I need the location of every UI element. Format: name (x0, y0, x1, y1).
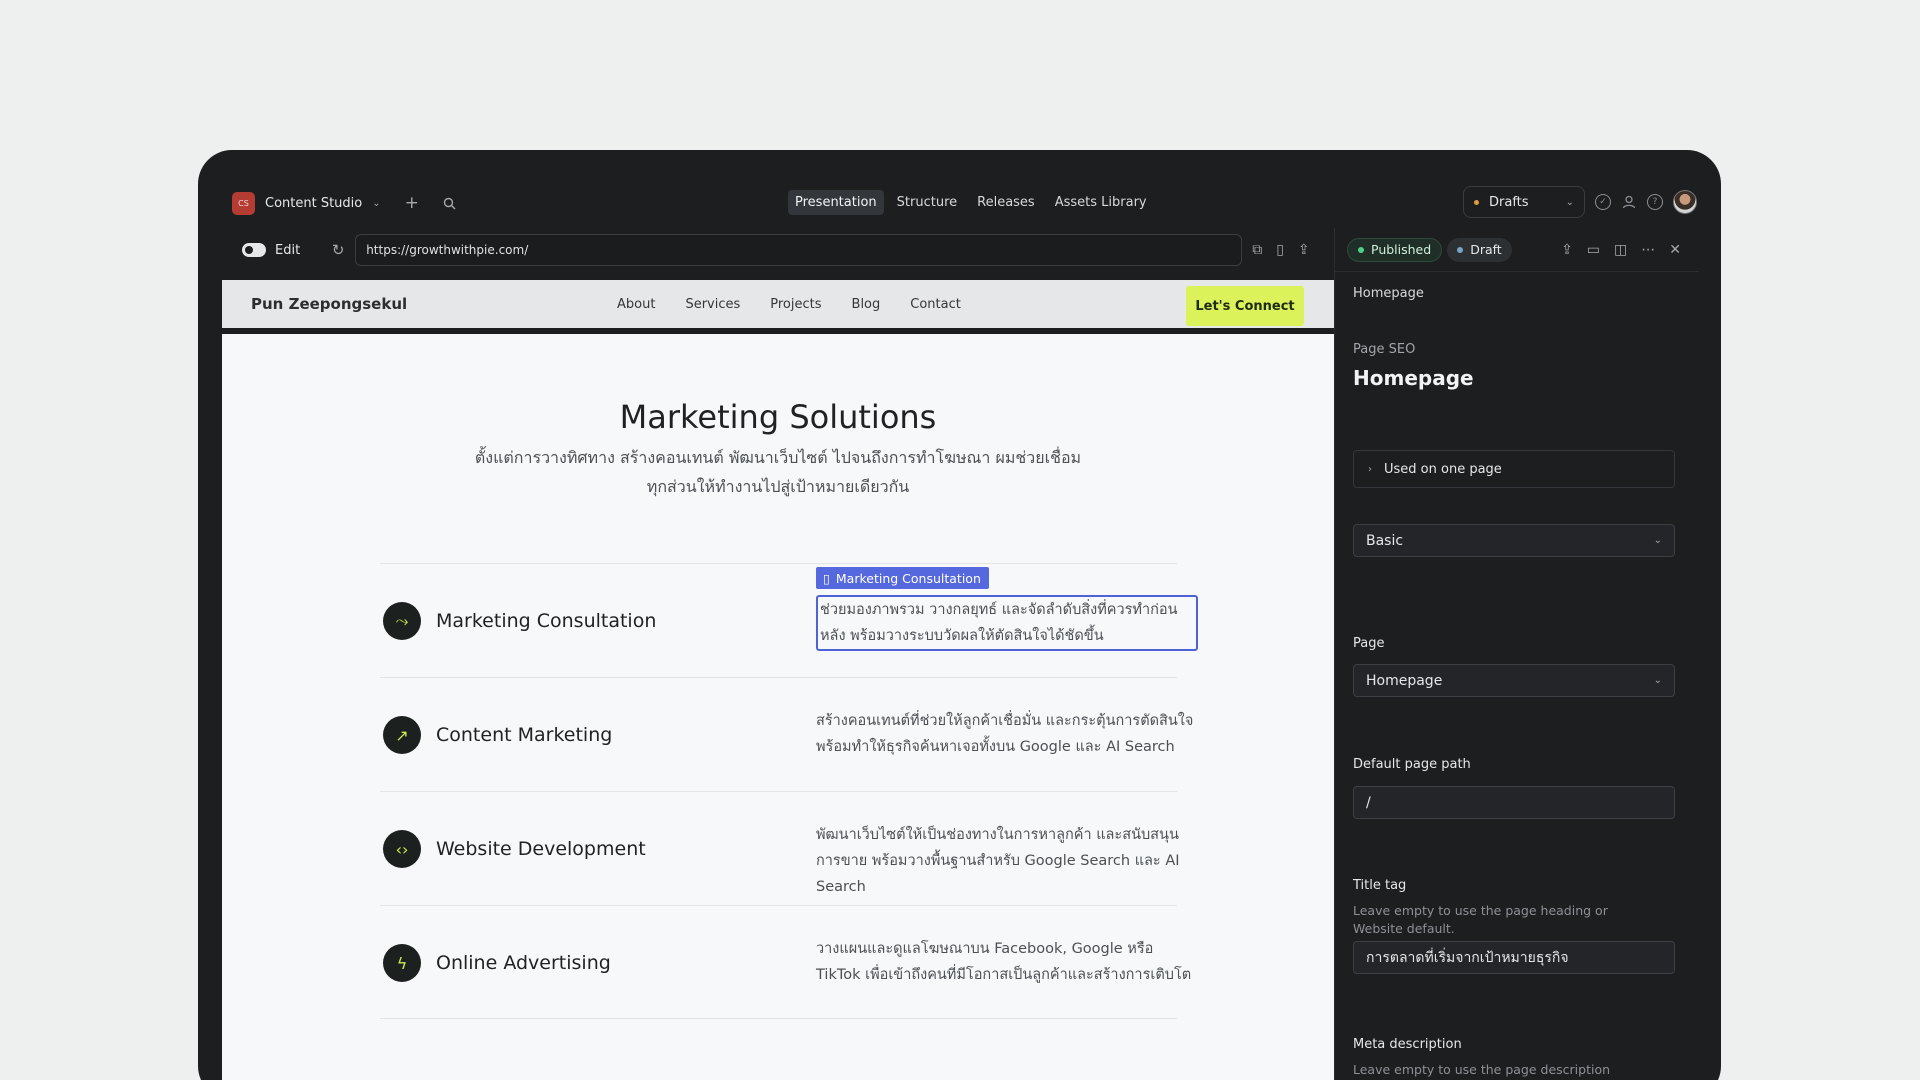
preview-actions: ⧉ ▯ ⇪ (1252, 242, 1309, 258)
share-icon[interactable]: ⇪ (1561, 242, 1573, 258)
service-row: ▯ Marketing Consultation ⤳ Marketing Con… (380, 563, 1198, 677)
site-menu: About Services Projects Blog Contact (617, 297, 961, 312)
title-tag-label: Title tag (1353, 878, 1407, 893)
tab-releases[interactable]: Releases (970, 190, 1042, 215)
draft-dot (1457, 246, 1464, 253)
service-title[interactable]: Website Development (436, 838, 646, 860)
chevron-down-icon: ⌄ (372, 197, 381, 209)
meta-description-help: Leave empty to use the page description … (1353, 1062, 1611, 1077)
document-icon: ▯ (823, 570, 830, 586)
perspective-select[interactable]: Drafts ⌄ (1463, 186, 1585, 218)
draft-status-dot (1474, 199, 1479, 205)
perspective-label: Drafts (1489, 194, 1529, 210)
service-title[interactable]: Marketing Consultation (436, 610, 656, 632)
panel-header: Published Draft ⇪ ▭ ◫ ⋯ ✕ (1335, 228, 1699, 272)
variant-select[interactable]: Basic ⌄ (1353, 524, 1675, 557)
title-tag-input[interactable]: การตลาดที่เริ่มจากเป้าหมายธุรกิจ (1353, 941, 1675, 974)
chevron-right-icon: › (1368, 463, 1372, 475)
selection-tag-label: Marketing Consultation (835, 570, 981, 586)
share-icon[interactable]: ⇪ (1298, 242, 1310, 258)
menu-item-blog[interactable]: Blog (852, 297, 881, 312)
edit-toggle[interactable] (242, 243, 266, 257)
more-icon[interactable]: ⋯ (1641, 242, 1655, 258)
bolt-icon: ϟ (383, 944, 421, 982)
menu-item-about[interactable]: About (617, 297, 655, 312)
menu-item-services[interactable]: Services (685, 297, 740, 312)
used-on-pages-toggle[interactable]: › Used on one page (1353, 450, 1675, 488)
mobile-icon[interactable]: ▯ (1276, 242, 1284, 258)
close-icon[interactable]: ✕ (1669, 242, 1681, 258)
service-row: ‹› Website Development พัฒนาเว็บไซต์ให้เ… (380, 791, 1180, 905)
page-path-input[interactable]: / (1353, 786, 1675, 819)
service-title[interactable]: Online Advertising (436, 952, 611, 974)
service-description[interactable]: วางแผนและดูแลโฆษณาบน Facebook, Google หร… (816, 936, 1200, 988)
workspace-name: Content Studio (265, 195, 363, 211)
search-icon[interactable] (443, 197, 456, 210)
top-bar: CS Content Studio ⌄ + Presentation Struc… (198, 178, 1721, 226)
plus-icon[interactable]: + (405, 193, 419, 213)
trend-icon: ↗ (383, 716, 421, 754)
app-window: CS Content Studio ⌄ + Presentation Struc… (198, 150, 1721, 1080)
tab-assets-library[interactable]: Assets Library (1048, 190, 1154, 215)
external-link-icon[interactable]: ⧉ (1252, 242, 1262, 258)
service-description[interactable]: สร้างคอนเทนต์ที่ช่วยให้ลูกค้าเชื่อมั่น แ… (816, 708, 1200, 760)
page-field-label: Page (1353, 636, 1385, 651)
url-input[interactable]: https://growthwithpie.com/ (355, 234, 1243, 266)
published-status-pill[interactable]: Published (1347, 237, 1443, 262)
workspace-badge: CS (232, 191, 255, 215)
published-label: Published (1371, 242, 1432, 257)
service-title[interactable]: Content Marketing (436, 724, 612, 746)
code-icon: ‹› (383, 830, 421, 868)
lets-connect-button[interactable]: Let's Connect (1186, 286, 1304, 326)
page-select-value: Homepage (1366, 672, 1443, 689)
panel-actions: ⇪ ▭ ◫ ⋯ ✕ (1561, 242, 1681, 258)
top-right-controls: Drafts ⌄ ✓ ? (1463, 186, 1697, 218)
breadcrumb[interactable]: Homepage (1353, 286, 1424, 301)
site-navbar: Pun Zeepongsekul About Services Projects… (222, 280, 1334, 334)
section-label: Page SEO (1353, 342, 1416, 357)
service-row: ↗ Content Marketing สร้างคอนเทนต์ที่ช่วย… (380, 677, 1193, 791)
meta-description-label: Meta description (1353, 1037, 1462, 1052)
chevron-down-icon: ⌄ (1653, 675, 1662, 686)
tab-structure[interactable]: Structure (890, 190, 964, 215)
menu-item-contact[interactable]: Contact (910, 297, 961, 312)
chevron-down-icon: ⌄ (1653, 535, 1662, 546)
published-dot (1358, 246, 1364, 253)
site-brand[interactable]: Pun Zeepongsekul (251, 295, 407, 313)
site-preview: Pun Zeepongsekul About Services Projects… (222, 280, 1334, 1080)
tab-presentation[interactable]: Presentation (788, 190, 884, 215)
users-icon[interactable] (1621, 194, 1637, 210)
selection-tag[interactable]: ▯ Marketing Consultation (816, 567, 989, 589)
hero-title[interactable]: Marketing Solutions (222, 398, 1334, 436)
workspace-switcher[interactable]: CS Content Studio ⌄ + (232, 190, 456, 216)
page-title: Homepage (1353, 366, 1474, 390)
service-description[interactable]: ช่วยมองภาพรวม วางกลยุทธ์ และจัดลำดับสิ่ง… (816, 595, 1198, 651)
draft-label: Draft (1470, 242, 1502, 257)
reload-icon[interactable]: ↻ (324, 234, 352, 266)
used-on-label: Used on one page (1384, 461, 1502, 477)
avatar[interactable] (1673, 190, 1697, 214)
chevron-down-icon: ⌄ (1565, 196, 1574, 208)
help-icon[interactable]: ? (1647, 194, 1663, 210)
edit-label: Edit (275, 242, 301, 258)
document-panel: Published Draft ⇪ ▭ ◫ ⋯ ✕ Homepage Page … (1334, 228, 1721, 1080)
title-tag-help: Leave empty to use the page heading or W… (1353, 903, 1608, 936)
hero-subtitle[interactable]: ตั้งแต่การวางทิศทาง สร้างคอนเทนต์ พัฒนาเ… (472, 443, 1084, 501)
preview-toolbar: Edit ↻ https://growthwithpie.com/ ⧉ ▯ ⇪ (222, 228, 1318, 272)
comment-icon[interactable]: ▭ (1587, 242, 1600, 258)
split-view-icon[interactable]: ◫ (1614, 242, 1627, 258)
variant-value: Basic (1366, 532, 1404, 549)
main-tabs: Presentation Structure Releases Assets L… (788, 190, 1154, 215)
service-row: ϟ Online Advertising วางแผนและดูแลโฆษณาบ… (380, 905, 1191, 1019)
menu-item-projects[interactable]: Projects (770, 297, 821, 312)
check-circle-icon[interactable]: ✓ (1595, 194, 1611, 210)
path-field-label: Default page path (1353, 757, 1471, 772)
services-list: ▯ Marketing Consultation ⤳ Marketing Con… (380, 563, 1198, 1019)
service-description[interactable]: พัฒนาเว็บไซต์ให้เป็นช่องทางในการหาลูกค้า… (816, 822, 1200, 900)
route-icon: ⤳ (383, 602, 421, 640)
draft-status-pill[interactable]: Draft (1447, 237, 1512, 262)
page-select[interactable]: Homepage ⌄ (1353, 664, 1675, 697)
